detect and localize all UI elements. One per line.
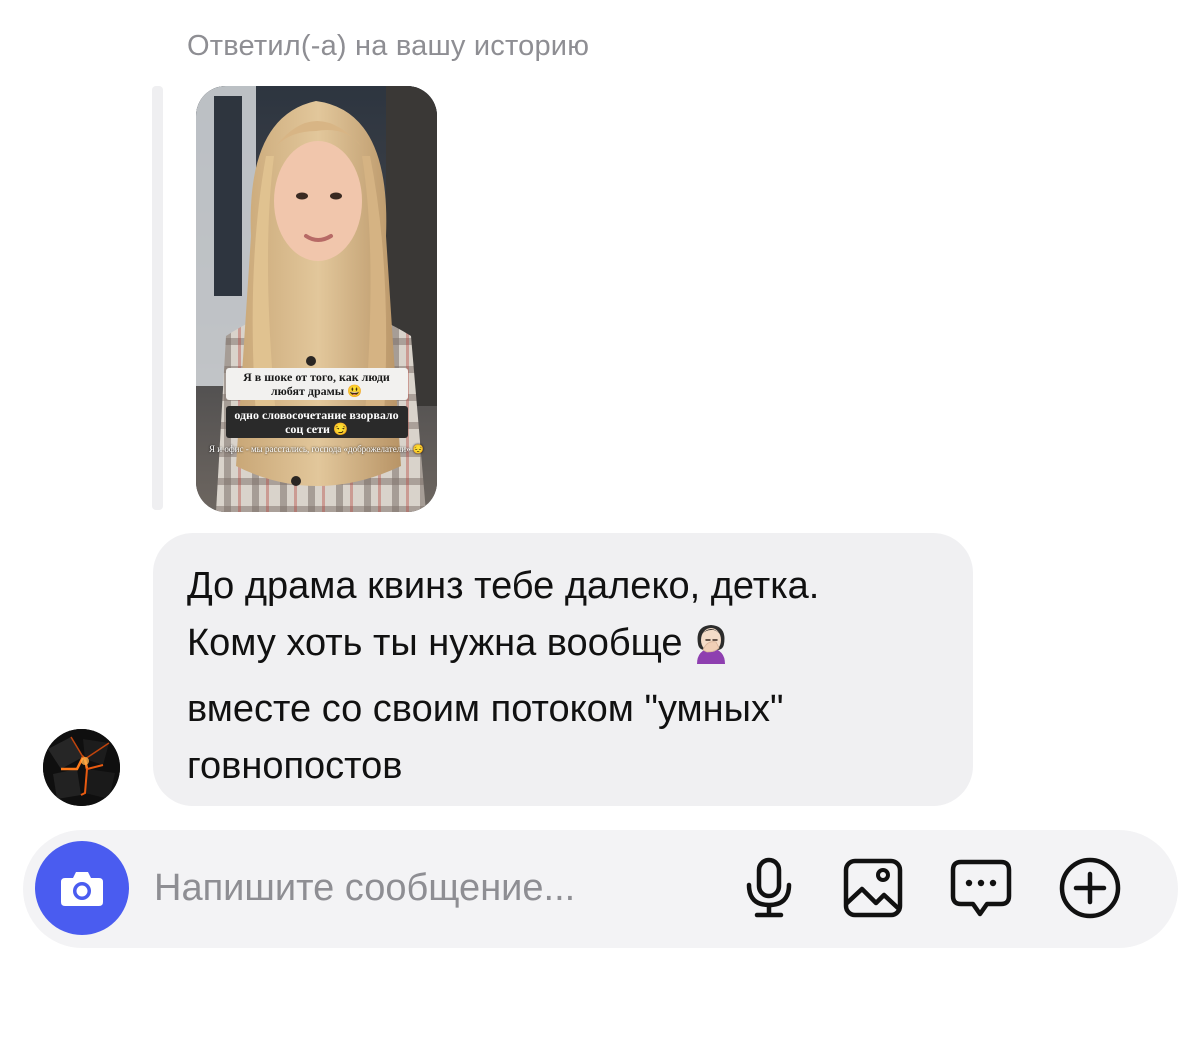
microphone-icon (746, 857, 792, 918)
story-caption-2: одно словосочетание взорвало соц сети 😏 (225, 406, 408, 438)
story-caption-stack: Я в шоке от того, как люди любят драмы 😃… (196, 368, 437, 455)
camera-button[interactable] (35, 841, 129, 935)
woman-facepalming-icon (689, 620, 733, 681)
message-text-tail: вместе со своим потоком "умных" говнопос… (187, 688, 784, 787)
story-thumbnail[interactable]: Я в шоке от того, как люди любят драмы 😃… (196, 86, 437, 512)
message-text: До драма квинз тебе далеко, детка. Кому … (187, 558, 957, 795)
camera-icon (61, 872, 103, 906)
microphone-button[interactable] (737, 856, 801, 920)
plus-icon (1059, 857, 1121, 919)
message-input[interactable] (154, 858, 714, 918)
story-caption-1: Я в шоке от того, как люди любят драмы 😃 (225, 368, 408, 400)
gallery-icon (843, 858, 903, 918)
story-reply-caption: Ответил(-а) на вашу историю (187, 30, 590, 62)
sender-avatar[interactable] (43, 729, 120, 806)
sticker-chat-icon (950, 859, 1012, 917)
plus-button[interactable] (1058, 856, 1122, 920)
sticker-chat-button[interactable] (949, 856, 1013, 920)
reply-quote-bar (152, 86, 163, 510)
story-caption-3: Я и офис - мы расстались, господа «добро… (209, 444, 424, 454)
gallery-button[interactable] (841, 856, 905, 920)
